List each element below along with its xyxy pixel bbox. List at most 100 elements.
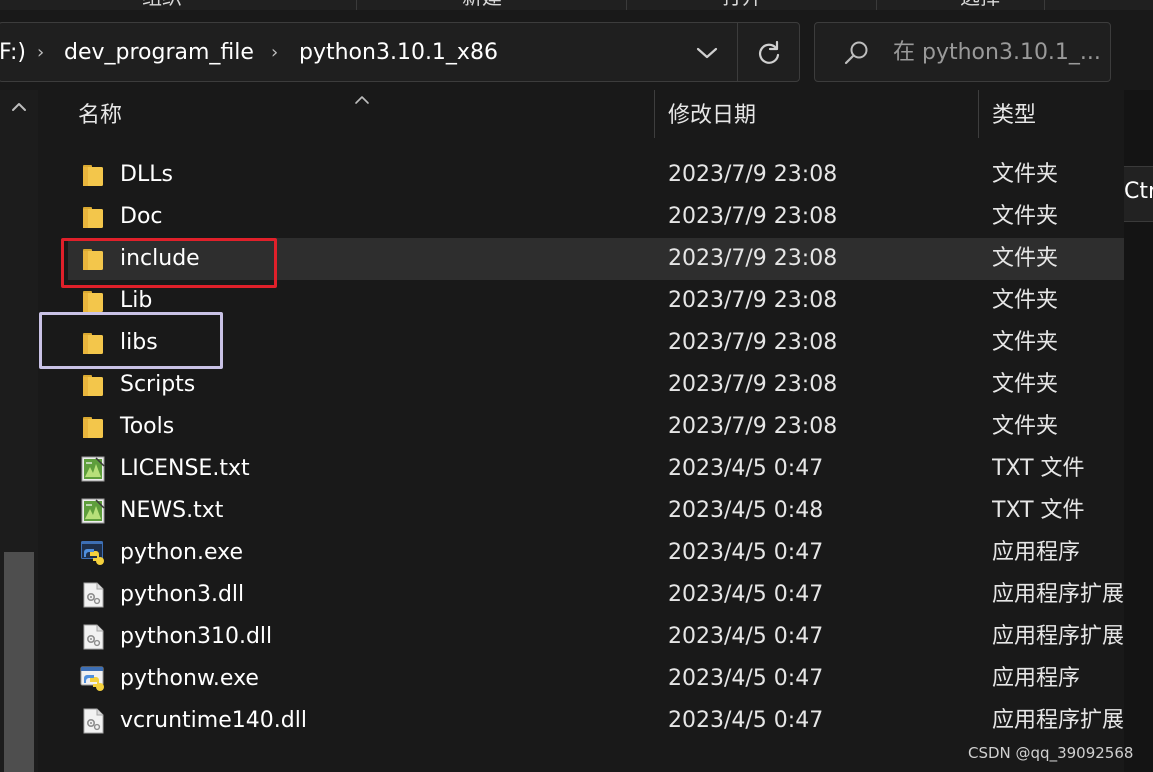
ribbon-item-organize[interactable]: 组织: [142, 0, 182, 10]
file-modified-date: 2023/4/5 0:47: [668, 582, 824, 607]
file-row[interactable]: LICENSE.txt 2023/4/5 0:47 TXT 文件: [68, 448, 1124, 490]
file-name[interactable]: NEWS.txt: [120, 490, 223, 532]
file-type: 文件夹: [992, 246, 1059, 271]
file-name[interactable]: python310.dll: [120, 616, 272, 658]
file-row[interactable]: python3.dll 2023/4/5 0:47 应用程序扩展: [68, 574, 1124, 616]
file-type: 文件夹: [992, 162, 1059, 187]
watermark: CSDN @qq_39092568: [968, 744, 1134, 762]
file-modified-date: 2023/7/9 23:08: [668, 288, 838, 313]
sort-ascending-icon: [354, 90, 370, 104]
file-modified-date: 2023/7/9 23:08: [668, 330, 838, 355]
file-row[interactable]: vcruntime140.dll 2023/4/5 0:47 应用程序扩展: [68, 700, 1124, 742]
python-exe-icon: [80, 539, 106, 567]
file-type: 应用程序扩展: [992, 708, 1124, 733]
chevron-up-icon: [12, 103, 26, 111]
file-modified-date: 2023/4/5 0:47: [668, 540, 824, 565]
search-box[interactable]: 在 python3.10.1_...: [814, 22, 1111, 82]
breadcrumb-drive[interactable]: F:): [0, 37, 26, 69]
column-divider[interactable]: [654, 90, 655, 138]
file-type: 文件夹: [992, 288, 1059, 313]
file-explorer-window: 组织 新建 打开 选择 F:) › dev_program_file › pyt…: [0, 0, 1153, 772]
scroll-up-button[interactable]: [10, 98, 28, 116]
file-type: 文件夹: [992, 330, 1059, 355]
breadcrumb-dev-program-file[interactable]: dev_program_file: [64, 37, 254, 69]
file-modified-date: 2023/4/5 0:47: [668, 666, 824, 691]
folder-icon: [80, 287, 106, 315]
text-file-icon: [80, 455, 106, 483]
file-row[interactable]: libs 2023/7/9 23:08 文件夹: [68, 322, 1124, 364]
file-type: 应用程序: [992, 666, 1081, 691]
file-row[interactable]: Doc 2023/7/9 23:08 文件夹: [68, 196, 1124, 238]
highlight-libs: [39, 312, 223, 369]
navigation-scrollbar-thumb[interactable]: [4, 552, 34, 772]
folder-icon: [80, 161, 106, 189]
dll-file-icon: [80, 623, 106, 651]
file-name[interactable]: vcruntime140.dll: [120, 700, 307, 742]
folder-icon: [80, 413, 106, 441]
file-name[interactable]: Doc: [120, 196, 163, 238]
file-row[interactable]: pythonw.exe 2023/4/5 0:47 应用程序: [68, 658, 1124, 700]
file-type: TXT 文件: [992, 498, 1085, 523]
ribbon-item-open[interactable]: 打开: [722, 0, 762, 10]
file-row[interactable]: python310.dll 2023/4/5 0:47 应用程序扩展: [68, 616, 1124, 658]
file-modified-date: 2023/4/5 0:47: [668, 708, 824, 733]
highlight-include: [61, 238, 277, 288]
folder-icon: [80, 371, 106, 399]
command-ribbon: 组织 新建 打开 选择: [0, 0, 1153, 10]
file-modified-date: 2023/4/5 0:47: [668, 624, 824, 649]
file-modified-date: 2023/7/9 23:08: [668, 204, 838, 229]
ribbon-divider: [876, 0, 877, 10]
ribbon-divider: [626, 0, 627, 10]
search-input[interactable]: 在 python3.10.1_...: [893, 37, 1101, 69]
column-divider[interactable]: [978, 90, 979, 138]
file-list: 名称 修改日期 类型 DLLs 2023/7/9 23:08 文件夹 Doc 2023/…: [38, 90, 1124, 772]
ribbon-item-new[interactable]: 新建: [462, 0, 502, 10]
ribbon-divider: [1044, 0, 1045, 10]
file-modified-date: 2023/7/9 23:08: [668, 246, 838, 271]
file-modified-date: 2023/7/9 23:08: [668, 162, 838, 187]
file-type: 应用程序扩展: [992, 624, 1124, 649]
column-header-type[interactable]: 类型: [992, 90, 1036, 140]
file-modified-date: 2023/7/9 23:08: [668, 414, 838, 439]
breadcrumb-chevron-icon[interactable]: ›: [271, 37, 278, 69]
address-history-button[interactable]: [689, 37, 725, 69]
address-divider: [737, 23, 738, 81]
side-tab[interactable]: Ctr: [1124, 166, 1153, 222]
column-header-date[interactable]: 修改日期: [668, 90, 756, 140]
file-name[interactable]: Scripts: [120, 364, 195, 406]
refresh-icon: [758, 40, 780, 64]
file-name[interactable]: python3.dll: [120, 574, 244, 616]
file-row[interactable]: DLLs 2023/7/9 23:08 文件夹: [68, 154, 1124, 196]
file-row[interactable]: Scripts 2023/7/9 23:08 文件夹: [68, 364, 1124, 406]
side-tab-label: Ctr: [1124, 179, 1153, 204]
file-row[interactable]: NEWS.txt 2023/4/5 0:48 TXT 文件: [68, 490, 1124, 532]
ribbon-item-select[interactable]: 选择: [960, 0, 1000, 10]
refresh-button[interactable]: [751, 37, 787, 69]
file-name[interactable]: DLLs: [120, 154, 173, 196]
breadcrumb-chevron-icon[interactable]: ›: [37, 37, 44, 69]
dll-file-icon: [80, 581, 106, 609]
dll-file-icon: [80, 707, 106, 735]
file-name[interactable]: LICENSE.txt: [120, 448, 250, 490]
ribbon-divider: [356, 0, 357, 10]
file-row[interactable]: Tools 2023/7/9 23:08 文件夹: [68, 406, 1124, 448]
file-type: 文件夹: [992, 372, 1059, 397]
file-name[interactable]: Tools: [120, 406, 174, 448]
pythonw-exe-icon: [80, 665, 106, 693]
navigation-pane: [0, 90, 38, 772]
search-icon: [841, 37, 871, 69]
file-modified-date: 2023/4/5 0:47: [668, 456, 824, 481]
file-name[interactable]: python.exe: [120, 532, 243, 574]
file-modified-date: 2023/7/9 23:08: [668, 372, 838, 397]
breadcrumb-python-folder[interactable]: python3.10.1_x86: [299, 37, 498, 69]
folder-icon: [80, 203, 106, 231]
column-header-name[interactable]: 名称: [78, 90, 122, 140]
file-type: 文件夹: [992, 414, 1059, 439]
file-name[interactable]: pythonw.exe: [120, 658, 259, 700]
text-file-icon: [80, 497, 106, 525]
file-type: 文件夹: [992, 204, 1059, 229]
file-row[interactable]: python.exe 2023/4/5 0:47 应用程序: [68, 532, 1124, 574]
address-bar[interactable]: F:) › dev_program_file › python3.10.1_x8…: [0, 22, 800, 82]
chevron-down-icon: [696, 47, 718, 59]
file-type: TXT 文件: [992, 456, 1085, 481]
